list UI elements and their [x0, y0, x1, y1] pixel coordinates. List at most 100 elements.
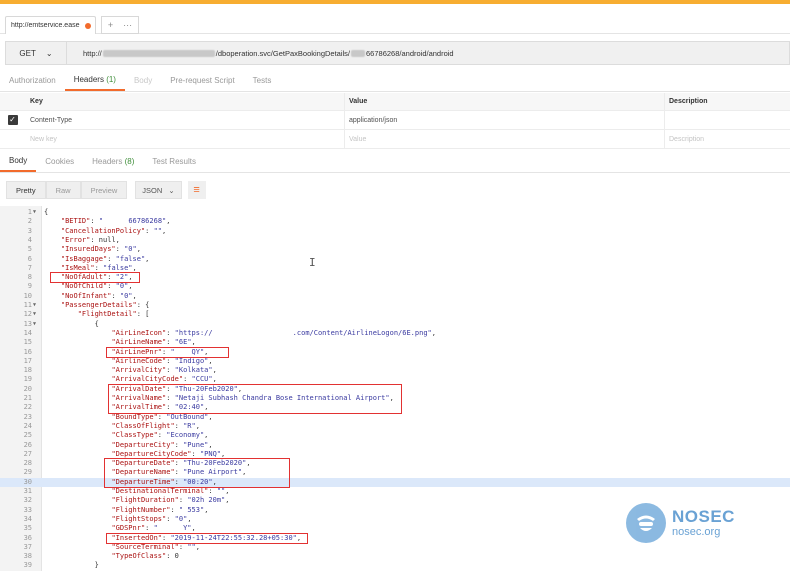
column-value: Value — [345, 93, 665, 110]
line-number: 17 — [23, 356, 32, 365]
url-input[interactable]: http:// /dboperation.svc/GetPaxBookingDe… — [67, 41, 790, 65]
code-line: 5 "InsuredDays": "0", — [0, 245, 790, 254]
line-number: 6 — [27, 254, 32, 263]
tab-authorization[interactable]: Authorization — [0, 76, 65, 91]
tab-tests[interactable]: Tests — [244, 76, 281, 91]
tab-body[interactable]: Body — [125, 76, 161, 91]
preview-button[interactable]: Preview — [80, 181, 128, 199]
line-number: 34 — [23, 514, 32, 523]
fold-toggle-icon[interactable]: ▼ — [33, 310, 36, 319]
column-description: Description — [669, 98, 708, 105]
line-number: 27 — [23, 449, 32, 458]
code-text: "DepartureCity": "Pune", — [111, 440, 213, 449]
new-key-field[interactable]: New key — [25, 130, 345, 148]
nosec-logo-icon — [626, 503, 666, 543]
code-line: 4 "Error": null, — [0, 236, 790, 245]
code-text: "AirLineIcon": "https:// .com/Content/Ai… — [111, 328, 436, 337]
tab-label: Tests — [252, 76, 272, 85]
code-line: 25 "ClassType": "Economy", — [0, 431, 790, 440]
column-key: Key — [25, 93, 345, 110]
line-number: 4 — [27, 235, 32, 244]
code-line: 39 } — [0, 561, 790, 570]
response-toolbar: Pretty Raw Preview JSON ⌄ ≡ — [6, 181, 206, 199]
new-value-field[interactable]: Value — [345, 130, 665, 148]
line-number: 13 — [23, 319, 32, 328]
line-number: 24 — [23, 421, 32, 430]
annotation-highlight-box — [50, 272, 140, 284]
code-line: 31 "DestinationalTerminal": "", — [0, 487, 790, 496]
code-line: 2 "BETID": " 66786268", — [0, 217, 790, 226]
header-key-field[interactable]: Content-Type — [25, 111, 345, 129]
code-text: "DestinationalTerminal": "", — [111, 487, 230, 495]
url-bar: GET ⌄ http:// /dboperation.svc/GetPaxBoo… — [5, 41, 790, 65]
line-number: 25 — [23, 431, 32, 440]
tab-controls: + ··· — [101, 16, 139, 34]
new-description-field[interactable]: Description — [665, 130, 790, 148]
line-number: 32 — [23, 496, 32, 505]
method-select[interactable]: GET ⌄ — [5, 41, 67, 65]
text-cursor-icon: I — [309, 256, 316, 269]
fold-toggle-icon[interactable]: ▼ — [33, 301, 36, 310]
line-number: 12 — [23, 310, 32, 319]
line-number: 18 — [23, 366, 32, 375]
url-suffix: /android/android — [399, 48, 454, 58]
line-number: 16 — [23, 347, 32, 356]
pretty-button[interactable]: Pretty — [6, 181, 46, 199]
new-tab-plus-icon[interactable]: + — [108, 20, 113, 30]
tab-label: Cookies — [45, 157, 75, 166]
line-number: 38 — [23, 552, 32, 561]
raw-button[interactable]: Raw — [45, 181, 81, 199]
checkbox-checked-icon[interactable]: ✓ — [7, 115, 18, 125]
tab-headers[interactable]: Headers (1) — [64, 75, 125, 91]
tab-cookies[interactable]: Cookies — [36, 157, 83, 172]
redacted-id — [351, 49, 366, 57]
code-text: "Error": null, — [60, 235, 120, 244]
code-line: 13 ▼ { — [0, 320, 790, 329]
nosec-watermark: NOSEC nosec.org — [626, 503, 735, 543]
line-number: 20 — [23, 384, 32, 393]
request-tab-url: http://emtservice.ease — [11, 22, 80, 29]
tab-count: (8) — [124, 157, 135, 166]
tab-label: Body — [9, 156, 28, 165]
line-number: 1 — [27, 208, 32, 216]
annotation-highlight-box — [104, 458, 290, 488]
request-tab-strip: http://emtservice.ease + ··· — [0, 4, 790, 34]
redacted-host — [102, 49, 215, 57]
line-number: 8 — [27, 273, 32, 282]
logo-domain: nosec.org — [672, 526, 721, 538]
line-number: 22 — [23, 403, 32, 412]
tab-test-results[interactable]: Test Results — [143, 157, 205, 172]
chevron-down-icon: ⌄ — [45, 48, 53, 58]
header-value-field[interactable]: application/json — [345, 111, 665, 129]
request-tab[interactable]: http://emtservice.ease — [5, 16, 96, 34]
code-text: "PassengerDetails": { — [60, 301, 150, 309]
more-tabs-icon[interactable]: ··· — [123, 20, 132, 30]
code-text: "ArrivalCity": "Kolkata", — [111, 366, 217, 375]
code-line: 14 "AirLineIcon": "https:// .com/Content… — [0, 329, 790, 338]
table-row-new: New key Value Description — [0, 130, 790, 149]
line-number: 14 — [23, 328, 32, 337]
code-line: 23 "BoundType": "OutBound", — [0, 413, 790, 422]
tab-label: Test Results — [152, 157, 196, 166]
line-number: 31 — [23, 487, 32, 495]
method-label: GET — [19, 48, 36, 58]
tab-pre-request-script[interactable]: Pre-request Script — [161, 76, 243, 91]
wrap-lines-icon[interactable]: ≡ — [187, 181, 206, 199]
tab-response-headers[interactable]: Headers (8) — [83, 157, 143, 172]
code-line: 24 "ClassOfFlight": "R", — [0, 422, 790, 431]
fold-toggle-icon[interactable]: ▼ — [33, 320, 36, 329]
line-number: 23 — [23, 412, 32, 421]
code-line: 37 "SourceTerminal": "", — [0, 543, 790, 552]
tab-response-body[interactable]: Body — [0, 156, 37, 172]
code-line: 17 "AirlineCode": "Indigo", — [0, 357, 790, 366]
line-number: 39 — [23, 561, 32, 570]
tab-count: (1) — [106, 75, 116, 84]
fold-toggle-icon[interactable]: ▼ — [33, 208, 36, 217]
code-text: "TypeOfClass": 0 — [111, 552, 179, 561]
format-select[interactable]: JSON ⌄ — [135, 181, 182, 199]
header-description-field[interactable] — [665, 111, 790, 129]
format-label: JSON — [142, 185, 163, 195]
code-line: 18 "ArrivalCity": "Kolkata", — [0, 366, 790, 375]
line-number: 26 — [23, 440, 32, 449]
table-row: ✓ Content-Type application/json — [0, 111, 790, 130]
